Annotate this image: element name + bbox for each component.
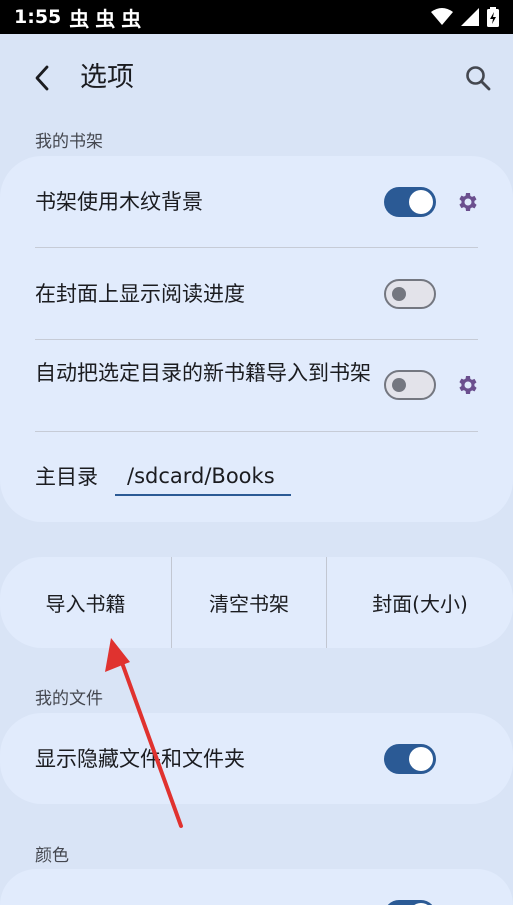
status-bar: 1:55 虫 虫 虫 <box>0 0 513 34</box>
page-title: 选项 <box>80 62 134 93</box>
back-arrow-icon <box>35 65 49 91</box>
divider <box>35 339 478 340</box>
clear-shelf-button[interactable]: 清空书架 <box>172 557 326 648</box>
setting-label: 自动把选定目录的新书籍导入到书架 <box>35 361 371 385</box>
import-books-button[interactable]: 导入书籍 <box>0 557 171 648</box>
gear-icon[interactable] <box>455 190 479 214</box>
cover-size-button[interactable]: 封面(大小) <box>327 557 513 648</box>
auto-import-switch[interactable] <box>384 370 436 400</box>
color-switch[interactable] <box>384 900 436 905</box>
battery-icon <box>487 7 499 27</box>
divider <box>35 247 478 248</box>
wood-background-switch[interactable] <box>384 187 436 217</box>
search-button[interactable] <box>458 58 498 98</box>
wifi-icon <box>431 8 453 25</box>
show-progress-switch[interactable] <box>384 279 436 309</box>
notification-icon: 虫 <box>121 6 142 31</box>
section-label-bookshelf: 我的书架 <box>35 132 103 152</box>
bookshelf-card: 书架使用木纹背景 在封面上显示阅读进度 自动把选定目录的新书籍导入到书架 主目录… <box>0 156 513 522</box>
section-label-files: 我的文件 <box>35 689 103 709</box>
main-dir-label-row: 主目录 <box>35 464 115 490</box>
colors-card <box>0 869 513 905</box>
section-label-colors: 颜色 <box>35 846 69 866</box>
show-hidden-switch[interactable] <box>384 744 436 774</box>
divider <box>35 431 478 432</box>
signal-icon <box>461 8 479 26</box>
gear-icon[interactable] <box>455 373 479 397</box>
main-dir-label: 主目录 <box>35 465 98 489</box>
status-time: 1:55 <box>14 6 62 28</box>
files-card: 显示隐藏文件和文件夹 <box>0 713 513 804</box>
search-icon <box>466 66 491 91</box>
back-button[interactable] <box>22 58 62 98</box>
setting-auto-import[interactable]: 自动把选定目录的新书籍导入到书架 <box>35 360 375 386</box>
notification-icon: 虫 <box>69 6 90 31</box>
notification-icons: 虫 虫 虫 <box>69 3 141 32</box>
app-bar: 选项 <box>0 34 513 122</box>
main-dir-input[interactable]: /sdcard/Books <box>115 458 291 496</box>
notification-icon: 虫 <box>95 6 116 31</box>
bookshelf-actions: 导入书籍 清空书架 封面(大小) <box>0 557 513 648</box>
